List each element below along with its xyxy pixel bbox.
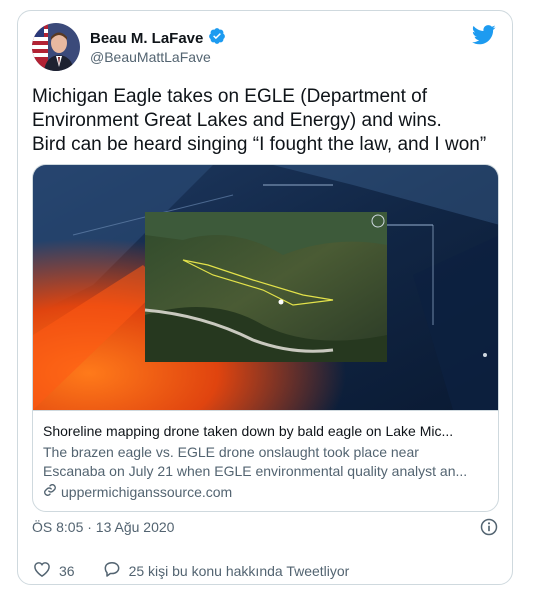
tweet-text-line: Bird can be heard singing “I fought the … bbox=[32, 134, 487, 155]
link-preview-card[interactable]: Shoreline mapping drone taken down by ba… bbox=[32, 164, 499, 512]
heart-icon[interactable] bbox=[32, 559, 52, 582]
tweet-actions: 36 25 kişi bu konu hakkında Tweetliyor bbox=[32, 559, 349, 582]
tweet-timestamp[interactable]: ÖS 8:05 · 13 Ağu 2020 bbox=[32, 519, 174, 535]
link-preview-image[interactable] bbox=[33, 165, 498, 410]
twitter-bird-icon[interactable] bbox=[471, 25, 496, 50]
like-action[interactable]: 36 bbox=[32, 559, 75, 582]
author-handle[interactable]: @BeauMattLaFave bbox=[90, 49, 211, 65]
reply-action[interactable]: 25 kişi bu konu hakkında Tweetliyor bbox=[102, 559, 350, 582]
tweet-text: Michigan Eagle takes on EGLE (Department… bbox=[32, 85, 502, 157]
reply-icon[interactable] bbox=[102, 559, 122, 582]
link-url-text[interactable]: uppermichiganssource.com bbox=[61, 483, 232, 502]
tweet-card[interactable]: Beau M. LaFave @BeauMattLaFave Michigan … bbox=[17, 10, 513, 585]
link-url[interactable]: uppermichiganssource.com bbox=[43, 483, 486, 502]
link-description: The brazen eagle vs. EGLE drone onslaugh… bbox=[43, 443, 486, 481]
avatar[interactable] bbox=[32, 23, 80, 71]
tweet-text-line: Environment Great Lakes and Energy) and … bbox=[32, 110, 442, 131]
link-description-line: Escanaba on July 21 when EGLE environmen… bbox=[43, 463, 468, 479]
link-preview-meta[interactable]: Shoreline mapping drone taken down by ba… bbox=[33, 410, 498, 511]
verified-badge-icon bbox=[208, 27, 226, 50]
like-count: 36 bbox=[59, 562, 75, 579]
author-name[interactable]: Beau M. LaFave bbox=[90, 30, 203, 47]
link-description-line: The brazen eagle vs. EGLE drone onslaugh… bbox=[43, 444, 419, 460]
author-name-row[interactable]: Beau M. LaFave bbox=[90, 27, 226, 50]
reply-text[interactable]: 25 kişi bu konu hakkında Tweetliyor bbox=[129, 563, 350, 579]
tweet-text-line: Michigan Eagle takes on EGLE (Department… bbox=[32, 86, 427, 107]
info-icon[interactable] bbox=[479, 517, 499, 542]
link-icon bbox=[43, 483, 57, 502]
link-title[interactable]: Shoreline mapping drone taken down by ba… bbox=[43, 422, 486, 441]
